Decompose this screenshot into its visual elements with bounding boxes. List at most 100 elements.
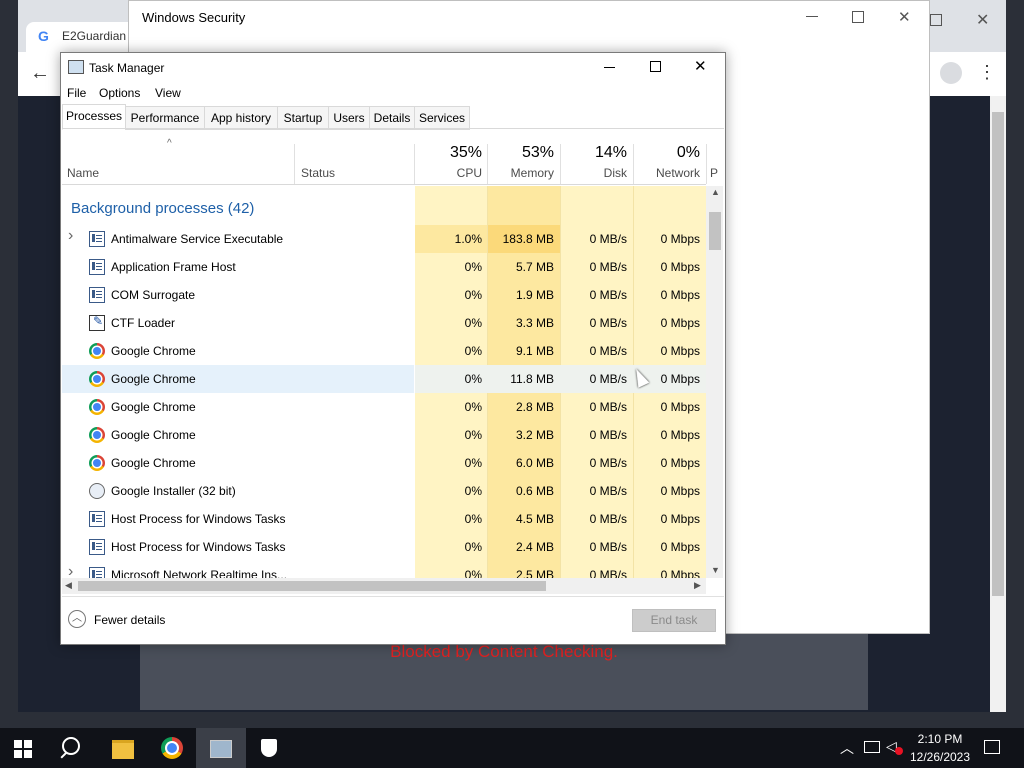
network-icon[interactable] <box>864 741 880 753</box>
menu-kebab-icon[interactable]: ⋮ <box>978 62 996 83</box>
process-row[interactable]: Google Chrome 0% 11.8 MB 0 MB/s 0 Mbps <box>62 365 706 393</box>
tab-processes[interactable]: Processes <box>62 104 126 130</box>
tm-minimize-icon[interactable] <box>604 67 615 68</box>
process-disk: 0 MB/s <box>589 512 627 526</box>
column-status[interactable]: Status <box>301 166 335 180</box>
process-disk: 0 MB/s <box>589 288 627 302</box>
process-row[interactable]: Google Chrome 0% 3.2 MB 0 MB/s 0 Mbps <box>62 421 706 449</box>
column-memory[interactable]: Memory <box>490 166 554 180</box>
process-cpu: 0% <box>464 428 482 442</box>
cpu-percent[interactable]: 35% <box>420 144 482 162</box>
security-maximize-icon[interactable] <box>852 11 864 23</box>
app-icon <box>89 539 105 555</box>
process-name: Antimalware Service Executable <box>111 232 284 246</box>
security-close-icon[interactable]: ✕ <box>898 8 911 26</box>
security-minimize-icon[interactable] <box>806 16 818 17</box>
disk-percent[interactable]: 14% <box>565 144 627 162</box>
task-manager-taskbar-icon <box>210 740 232 758</box>
tm-close-icon[interactable]: ✕ <box>694 57 707 75</box>
process-name: Google Chrome <box>111 372 196 386</box>
process-mem: 0.6 MB <box>515 484 554 498</box>
tab-performance[interactable]: Performance <box>125 106 205 130</box>
process-row[interactable]: › Microsoft Network Realtime Ins... 0% 2.5 … <box>62 561 706 579</box>
process-row[interactable]: ✎ CTF Loader 0% 3.3 MB 0 MB/s 0 Mbps <box>62 309 706 337</box>
menu-options[interactable]: Options <box>99 86 140 100</box>
mute-badge-icon <box>895 747 903 755</box>
process-row[interactable]: Google Chrome 0% 6.0 MB 0 MB/s 0 Mbps <box>62 449 706 477</box>
process-name: Google Chrome <box>111 456 196 470</box>
browser-scroll-thumb[interactable] <box>992 112 1004 596</box>
process-cpu: 0% <box>464 316 482 330</box>
browser-close-icon[interactable]: ✕ <box>976 10 989 30</box>
process-row[interactable]: Host Process for Windows Tasks 0% 4.5 MB 0 … <box>62 505 706 533</box>
column-power-truncated[interactable]: P <box>710 166 718 180</box>
network-percent[interactable]: 0% <box>636 144 700 162</box>
sort-arrow-icon: ^ <box>167 138 172 149</box>
windows-security-title: Windows Security <box>142 10 246 25</box>
process-disk: 0 MB/s <box>589 456 627 470</box>
browser-maximize-icon[interactable] <box>930 14 942 26</box>
chevron-up-tray-icon[interactable]: ︿ <box>840 738 854 758</box>
tab-startup[interactable]: Startup <box>277 106 329 130</box>
menu-file[interactable]: File <box>67 86 86 100</box>
scroll-left-icon[interactable]: ◀ <box>65 580 72 591</box>
process-row[interactable]: Google Installer (32 bit) 0% 0.6 MB 0 MB/s 0… <box>62 477 706 505</box>
task-manager-title: Task Manager <box>89 61 165 75</box>
chevron-up-circle-icon[interactable]: ︿ <box>68 610 86 628</box>
process-row[interactable]: › Antimalware Service Executable 1.0% 183.8… <box>62 225 706 253</box>
tab-users[interactable]: Users <box>328 106 370 130</box>
column-disk[interactable]: Disk <box>565 166 627 180</box>
end-task-button[interactable]: End task <box>632 609 716 632</box>
process-row[interactable]: COM Surrogate 0% 1.9 MB 0 MB/s 0 Mbps <box>62 281 706 309</box>
clock-time[interactable]: 2:10 PM <box>916 732 964 746</box>
browser-tab[interactable]: G E2Guardian <box>26 22 136 52</box>
scroll-down-icon[interactable]: ▼ <box>711 565 720 575</box>
file-explorer-icon[interactable] <box>112 740 134 759</box>
process-net: 0 Mbps <box>660 456 700 470</box>
tab-app-history[interactable]: App history <box>204 106 278 130</box>
fewer-details-link[interactable]: Fewer details <box>94 613 165 627</box>
process-row[interactable]: Google Chrome 0% 2.8 MB 0 MB/s 0 Mbps <box>62 393 706 421</box>
process-name: Google Installer (32 bit) <box>111 484 236 498</box>
process-cpu: 0% <box>464 484 482 498</box>
process-net: 0 Mbps <box>660 512 700 526</box>
process-name: Google Chrome <box>111 400 196 414</box>
browser-tab-title: E2Guardian <box>62 29 127 43</box>
tab-services[interactable]: Services <box>414 106 470 130</box>
process-row[interactable]: Application Frame Host 0% 5.7 MB 0 MB/s 0 Mb… <box>62 253 706 281</box>
clock-date[interactable]: 12/26/2023 <box>908 750 972 764</box>
tab-details[interactable]: Details <box>369 106 415 130</box>
chrome-icon <box>89 455 105 471</box>
shield-taskbar-icon[interactable] <box>261 739 277 757</box>
process-mem: 5.7 MB <box>515 260 554 274</box>
process-mem: 2.8 MB <box>515 400 554 414</box>
column-cpu[interactable]: CPU <box>420 166 482 180</box>
column-network[interactable]: Network <box>636 166 700 180</box>
process-row[interactable]: Google Chrome 0% 9.1 MB 0 MB/s 0 Mbps <box>62 337 706 365</box>
menu-view[interactable]: View <box>155 86 181 100</box>
scroll-right-icon[interactable]: ▶ <box>694 580 701 591</box>
action-center-icon[interactable] <box>984 740 1000 754</box>
process-disk: 0 MB/s <box>589 344 627 358</box>
chrome-icon <box>89 427 105 443</box>
process-cpu: 0% <box>464 512 482 526</box>
memory-percent[interactable]: 53% <box>490 144 554 162</box>
column-name[interactable]: Name <box>67 166 99 180</box>
back-arrow-icon[interactable]: ← <box>30 62 50 85</box>
profile-icon[interactable] <box>940 62 962 84</box>
expand-chevron-icon[interactable]: › <box>68 227 73 245</box>
expand-chevron-icon[interactable]: › <box>68 563 73 579</box>
start-windows-icon[interactable] <box>14 740 32 758</box>
process-mem: 3.2 MB <box>515 428 554 442</box>
vertical-scroll-thumb[interactable] <box>709 212 721 250</box>
column-divider <box>294 144 295 184</box>
blocked-message: Blocked by Content Checking. <box>390 642 618 661</box>
process-disk: 0 MB/s <box>589 428 627 442</box>
tm-maximize-icon[interactable] <box>650 61 661 72</box>
process-disk: 0 MB/s <box>589 400 627 414</box>
process-mem: 11.8 MB <box>510 372 554 386</box>
horizontal-scroll-thumb[interactable] <box>78 581 546 591</box>
scroll-up-icon[interactable]: ▲ <box>711 187 720 197</box>
process-row[interactable]: Host Process for Windows Tasks 0% 2.4 MB 0 … <box>62 533 706 561</box>
process-name: Application Frame Host <box>111 260 236 274</box>
